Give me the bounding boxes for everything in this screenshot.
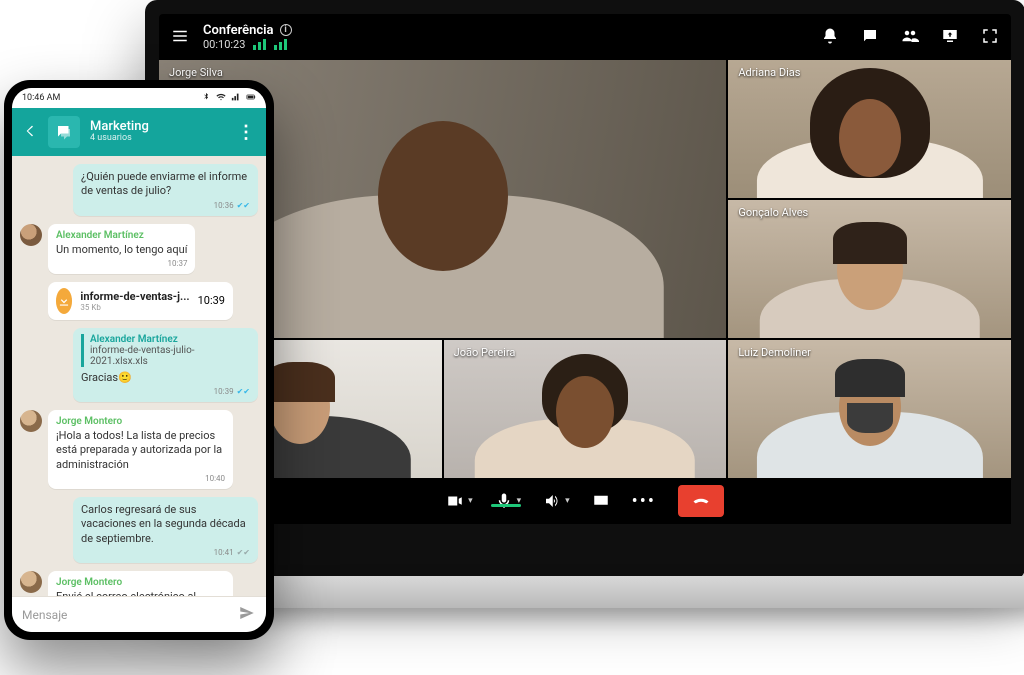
message-input-placeholder[interactable]: Mensaje xyxy=(22,608,67,622)
hangup-button[interactable] xyxy=(678,485,724,517)
chat-icon[interactable] xyxy=(861,27,879,48)
signal-icon xyxy=(274,39,287,50)
conference-timer: 00:10:23 xyxy=(203,38,245,51)
download-icon[interactable] xyxy=(56,288,72,314)
read-receipt-icon: ✔✔ xyxy=(237,387,250,396)
bluetooth-icon xyxy=(201,92,211,105)
participants-icon[interactable] xyxy=(901,27,919,48)
chat-subtitle: 4 usuarios xyxy=(90,134,149,144)
cell-signal-icon xyxy=(231,92,241,105)
bell-icon[interactable] xyxy=(821,27,839,48)
phone-screen: 10:46 AM xyxy=(12,88,266,632)
participant-name: Adriana Dias xyxy=(734,64,804,81)
conference-controls: ▾ ▾ ▾ ••• xyxy=(159,478,1011,524)
message-out: ¿Quién puede enviarme el informe de vent… xyxy=(20,164,258,216)
video-tile[interactable]: Gonçalo Alves xyxy=(728,200,1011,338)
message-quote: Alexander Martínez informe-de-ventas-jul… xyxy=(81,334,250,367)
video-tile[interactable]: Luiz Demoliner xyxy=(728,340,1011,478)
participant-name: Gonçalo Alves xyxy=(734,204,812,221)
message-file[interactable]: informe-de-ventas-j... 35 Kb 10:39 xyxy=(20,282,258,320)
share-button[interactable] xyxy=(592,492,610,510)
send-icon[interactable] xyxy=(238,604,256,625)
message-time: 10:39 xyxy=(214,387,234,396)
message-sender: Jorge Montero xyxy=(56,416,225,427)
back-icon[interactable] xyxy=(22,123,38,142)
info-icon[interactable]: i xyxy=(280,24,292,36)
message-time: 10:40 xyxy=(205,474,225,483)
message-time: 10:37 xyxy=(168,259,188,268)
mic-level-indicator xyxy=(491,504,521,507)
status-bar: 10:46 AM xyxy=(12,88,266,108)
camera-button[interactable]: ▾ xyxy=(446,492,473,510)
chat-body[interactable]: ¿Quién puede enviarme el informe de vent… xyxy=(12,156,266,596)
participant-name: Luiz Demoliner xyxy=(734,344,815,361)
laptop-frame: Conferência i 00:10:23 xyxy=(145,0,1024,580)
message-sender: Alexander Martínez xyxy=(56,230,187,241)
message-sender: Jorge Montero xyxy=(56,577,225,588)
status-time: 10:46 AM xyxy=(22,93,60,103)
signal-icon xyxy=(253,39,266,50)
avatar xyxy=(20,571,42,593)
file-name: informe-de-ventas-j... xyxy=(80,290,189,303)
conference-window: Conferência i 00:10:23 xyxy=(159,14,1011,524)
more-icon[interactable]: ⋮ xyxy=(237,122,256,143)
avatar xyxy=(20,410,42,432)
message-out: Carlos regresará de sus vacaciones en la… xyxy=(20,497,258,563)
quote-sender: Alexander Martínez xyxy=(90,334,250,345)
message-out: Alexander Martínez informe-de-ventas-jul… xyxy=(20,328,258,402)
file-size: 35 Kb xyxy=(80,303,101,312)
message-time: 10:41 xyxy=(214,548,234,557)
video-tile[interactable]: João Pereira xyxy=(444,340,727,478)
message-time: 10:36 xyxy=(214,201,234,210)
chat-header: Marketing 4 usuarios ⋮ xyxy=(12,108,266,156)
participant-name: Jorge Silva xyxy=(165,64,227,81)
chat-title: Marketing xyxy=(90,120,149,134)
message-text: Gracias🙂 xyxy=(81,371,250,385)
read-receipt-icon: ✔✔ xyxy=(237,548,250,557)
message-in: Jorge Montero Envié el correo electrónic… xyxy=(20,571,258,596)
message-in: Alexander Martínez Un momento, lo tengo … xyxy=(20,224,258,274)
battery-icon xyxy=(246,92,256,105)
mic-button[interactable]: ▾ xyxy=(495,492,522,510)
fullscreen-icon[interactable] xyxy=(981,27,999,48)
menu-icon[interactable] xyxy=(171,27,189,48)
message-text: ¿Quién puede enviarme el informe de vent… xyxy=(81,170,250,199)
wifi-icon xyxy=(216,92,226,105)
message-text: ¡Hola a todos! La lista de precios está … xyxy=(56,429,225,472)
conference-header: Conferência i 00:10:23 xyxy=(159,14,1011,60)
video-grid: Jorge Silva Adriana Dias Gonçalo Alves xyxy=(159,60,1011,478)
video-tile[interactable]: Adriana Dias xyxy=(728,60,1011,198)
message-text: Un momento, lo tengo aquí xyxy=(56,243,187,257)
chat-input[interactable]: Mensaje xyxy=(12,596,266,632)
message-text: Carlos regresará de sus vacaciones en la… xyxy=(81,503,250,546)
message-in: Jorge Montero ¡Hola a todos! La lista de… xyxy=(20,410,258,489)
chat-group-avatar[interactable] xyxy=(48,116,80,148)
speaker-button[interactable]: ▾ xyxy=(543,492,570,510)
more-button[interactable]: ••• xyxy=(632,491,656,512)
read-receipt-icon: ✔✔ xyxy=(237,201,250,210)
participant-name: João Pereira xyxy=(450,344,520,361)
share-screen-icon[interactable] xyxy=(941,27,959,48)
avatar xyxy=(20,224,42,246)
message-text: Envié el correo electrónico al Project M… xyxy=(56,590,225,596)
conference-title: Conferência xyxy=(203,23,274,39)
phone-frame: 10:46 AM xyxy=(4,80,274,640)
laptop-base xyxy=(240,576,1024,608)
message-time: 10:39 xyxy=(198,294,225,307)
quote-text: informe-de-ventas-julio-2021.xlsx.xls xyxy=(90,345,250,367)
